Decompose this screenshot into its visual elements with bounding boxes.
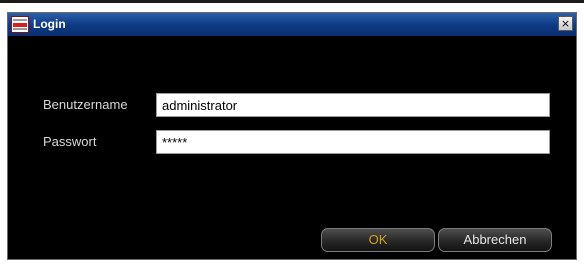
login-dialog: Login × Benutzername Passwort OK Abbrech… xyxy=(7,12,577,260)
window-title: Login xyxy=(33,17,66,31)
password-field[interactable] xyxy=(156,130,550,154)
title-bar[interactable]: Login × xyxy=(8,13,576,36)
password-label: Passwort xyxy=(43,134,97,149)
top-divider xyxy=(0,0,584,3)
username-label: Benutzername xyxy=(43,97,128,112)
ok-button[interactable]: OK xyxy=(321,228,435,252)
cancel-button[interactable]: Abbrechen xyxy=(438,228,552,252)
username-field[interactable] xyxy=(156,93,550,117)
app-logo-icon xyxy=(11,16,29,33)
close-button[interactable]: × xyxy=(558,16,573,31)
close-icon: × xyxy=(560,17,571,30)
